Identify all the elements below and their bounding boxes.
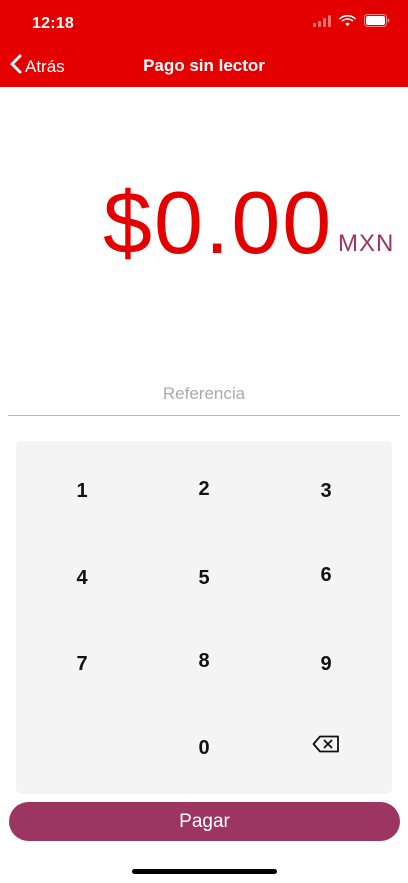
home-indicator <box>132 869 277 874</box>
app-header: 12:18 Atrás Pago sin lector <box>0 0 408 87</box>
key-3[interactable]: 3 <box>276 461 376 521</box>
signal-icon <box>313 14 331 32</box>
key-7[interactable]: 7 <box>32 634 132 694</box>
reference-input[interactable] <box>8 372 400 416</box>
status-time: 12:18 <box>32 15 74 32</box>
backspace-key[interactable] <box>276 717 376 777</box>
page-title: Pago sin lector <box>143 56 265 75</box>
key-5[interactable]: 5 <box>154 548 254 608</box>
numeric-keypad: 1 2 3 4 5 6 7 8 9 0 <box>16 441 392 794</box>
key-9[interactable]: 9 <box>276 634 376 694</box>
currency-label: MXN <box>338 230 395 257</box>
battery-icon <box>364 14 390 32</box>
amount-value: $0.00 <box>103 173 334 272</box>
key-0[interactable]: 0 <box>154 718 254 778</box>
wifi-icon <box>339 14 356 32</box>
backspace-icon <box>312 735 340 759</box>
key-1[interactable]: 1 <box>32 461 132 521</box>
status-indicators <box>313 14 390 32</box>
pay-button[interactable]: Pagar <box>9 802 400 841</box>
key-8[interactable]: 8 <box>154 631 254 691</box>
key-6[interactable]: 6 <box>276 545 376 605</box>
key-2[interactable]: 2 <box>154 459 254 519</box>
amount-display: $0.00 MXN <box>0 168 408 278</box>
key-4[interactable]: 4 <box>32 548 132 608</box>
